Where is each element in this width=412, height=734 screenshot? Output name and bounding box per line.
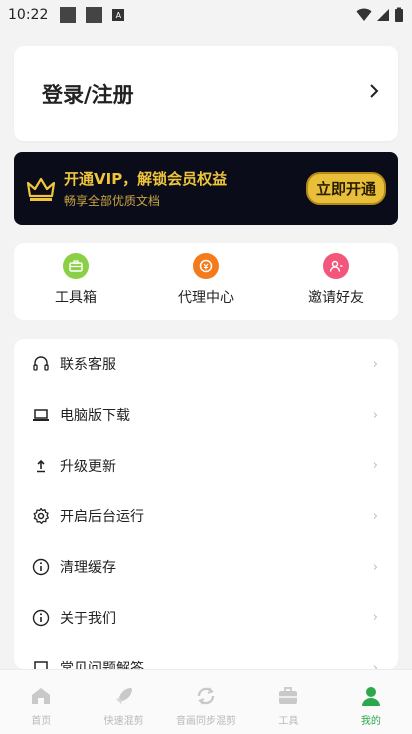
menu-item-clear-cache[interactable]: 清理缓存 › <box>14 542 398 593</box>
bottom-nav: 首页 快速混剪 音画同步混剪 工具 我的 <box>0 669 412 734</box>
menu-item-faq[interactable]: 常见问题解答 › <box>14 643 398 669</box>
tab-sync-mix[interactable]: 音画同步混剪 <box>165 670 247 734</box>
menu-item-label: 常见问题解答 <box>60 658 144 669</box>
chevron-right-icon: › <box>372 559 378 575</box>
tab-mine[interactable]: 我的 <box>330 670 412 734</box>
toolbox-icon <box>63 253 89 279</box>
tab-quick-mix[interactable]: 快速混剪 <box>82 670 164 734</box>
agent-coin-icon <box>193 253 219 279</box>
battery-icon <box>395 7 403 22</box>
status-right <box>356 7 404 23</box>
vip-subline: 畅享全部优质文档 <box>64 194 161 208</box>
invite-friend-icon <box>323 253 349 279</box>
login-card[interactable]: 登录/注册 <box>14 46 398 141</box>
chevron-right-icon: › <box>372 407 378 423</box>
login-title: 登录/注册 <box>42 82 134 107</box>
quick-tool-label: 代理中心 <box>178 290 234 306</box>
chevron-right-icon: › <box>372 508 378 524</box>
vip-texts: 开通VIP，解锁会员权益 畅享全部优质文档 <box>64 168 227 209</box>
chevron-right-icon: › <box>372 610 378 626</box>
info-icon <box>32 558 50 576</box>
gear-icon <box>32 507 50 525</box>
tab-tools[interactable]: 工具 <box>247 670 329 734</box>
vip-headline: 开通VIP，解锁会员权益 <box>64 170 228 188</box>
notification-icon <box>60 7 77 23</box>
info-icon <box>32 609 50 627</box>
quick-tools: 工具箱 代理中心 邀请好友 <box>14 243 398 320</box>
vip-banner[interactable]: 开通VIP，解锁会员权益 畅享全部优质文档 立即开通 <box>14 152 398 225</box>
tab-label: 快速混剪 <box>103 716 144 727</box>
faq-icon <box>32 659 50 669</box>
menu-item-contact-service[interactable]: 联系客服 › <box>14 339 398 390</box>
tab-label: 首页 <box>31 716 52 727</box>
chevron-right-icon <box>368 83 380 104</box>
quick-tool-agent-center[interactable]: 代理中心 <box>158 253 254 320</box>
notification-icon: A <box>112 9 125 21</box>
status-bar: 10:22 A <box>0 0 412 30</box>
toolbox-icon <box>276 684 300 708</box>
tab-label: 音画同步混剪 <box>176 716 237 727</box>
laptop-icon <box>32 406 50 424</box>
crown-icon <box>26 177 56 201</box>
tab-home[interactable]: 首页 <box>0 670 82 734</box>
tab-label: 我的 <box>360 716 381 727</box>
menu-item-label: 升级更新 <box>60 458 116 475</box>
quick-tool-label: 邀请好友 <box>308 290 364 306</box>
sync-icon <box>194 684 218 708</box>
menu-item-label: 关于我们 <box>60 610 116 627</box>
wifi-icon <box>356 8 372 21</box>
quick-tool-label: 工具箱 <box>55 290 97 306</box>
vip-activate-button[interactable]: 立即开通 <box>305 172 386 205</box>
upgrade-arrow-icon <box>32 457 50 475</box>
chevron-right-icon: › <box>372 458 378 474</box>
menu-item-about-us[interactable]: 关于我们 › <box>14 592 398 643</box>
chevron-right-icon: › <box>372 356 378 372</box>
menu-item-label: 开启后台运行 <box>60 509 144 526</box>
menu-item-pc-download[interactable]: 电脑版下载 › <box>14 390 398 441</box>
quick-tool-invite[interactable]: 邀请好友 <box>288 253 384 320</box>
headset-icon <box>32 355 50 373</box>
menu-item-upgrade[interactable]: 升级更新 › <box>14 440 398 491</box>
menu-item-background-run[interactable]: 开启后台运行 › <box>14 491 398 542</box>
signal-icon <box>377 9 389 21</box>
home-icon <box>29 684 53 708</box>
menu-item-label: 联系客服 <box>60 357 116 374</box>
menu-item-label: 电脑版下载 <box>60 408 130 425</box>
chevron-right-icon: › <box>372 660 378 669</box>
notification-icon <box>86 7 103 23</box>
status-time: 10:22 <box>8 7 49 23</box>
rocket-icon <box>112 684 136 708</box>
profile-icon <box>359 684 383 708</box>
settings-menu: 联系客服 › 电脑版下载 › 升级更新 › 开启后台运行 › 清理缓存 › 关于… <box>14 339 398 669</box>
menu-item-label: 清理缓存 <box>60 560 116 577</box>
tab-label: 工具 <box>278 716 299 727</box>
quick-tool-toolbox[interactable]: 工具箱 <box>28 253 124 320</box>
